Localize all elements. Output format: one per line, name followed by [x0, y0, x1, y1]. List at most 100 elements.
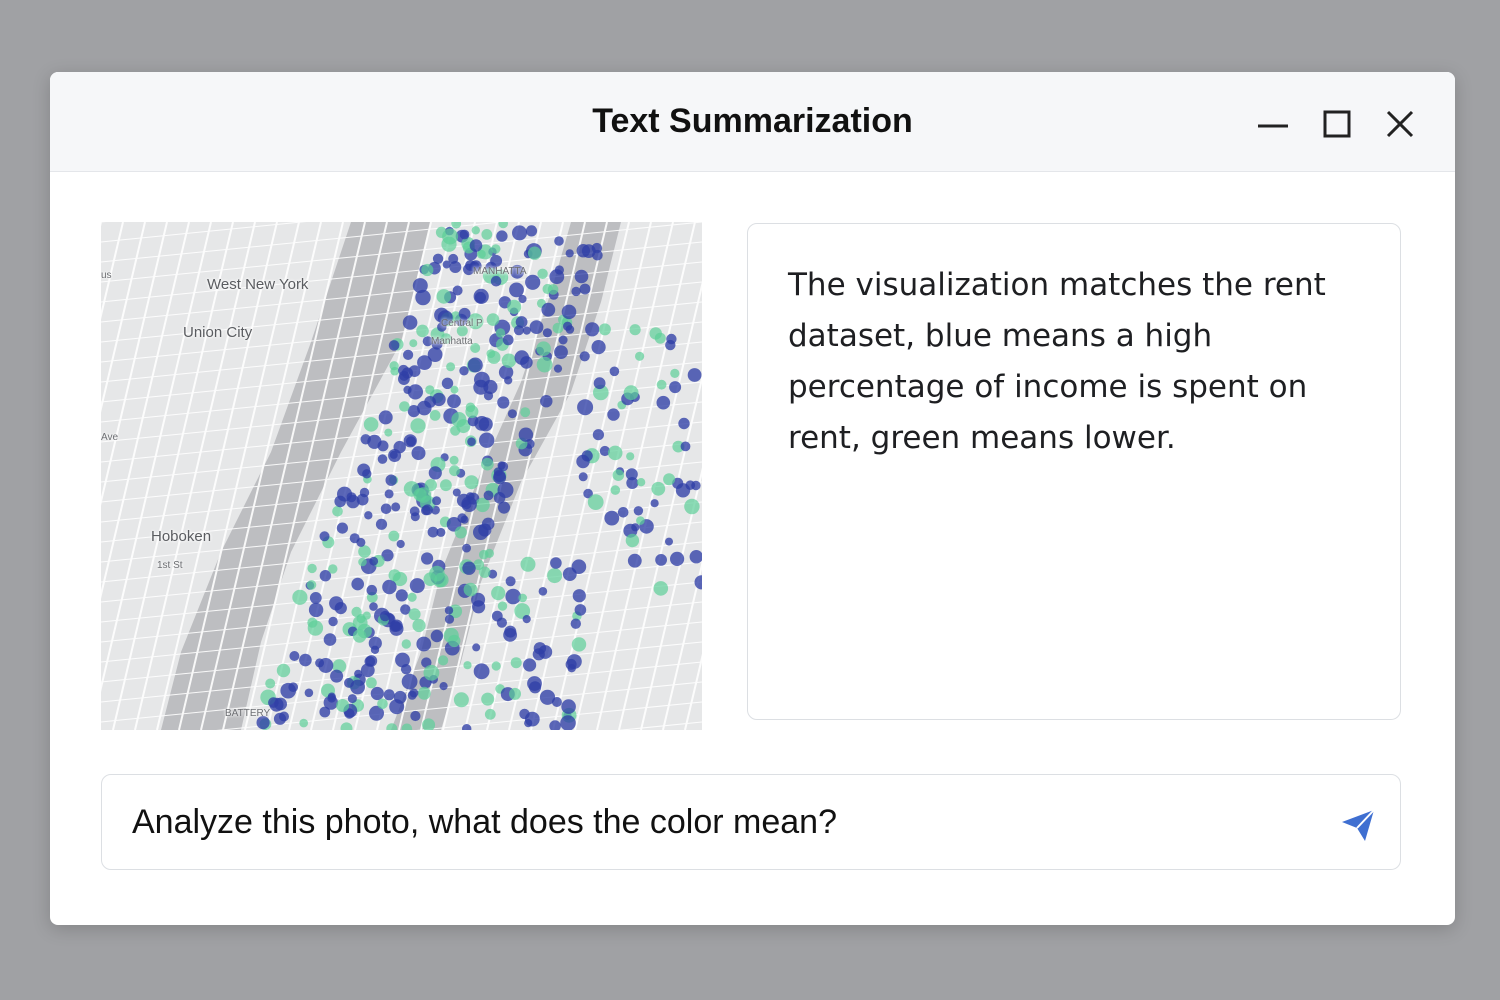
rent-dot: [450, 385, 459, 394]
rent-dot: [399, 401, 410, 412]
rent-dot: [390, 619, 403, 632]
rent-dot: [472, 643, 481, 652]
rent-dot: [389, 361, 399, 371]
rent-dot: [518, 427, 534, 442]
rent-dot: [410, 418, 426, 434]
rent-dot: [446, 362, 456, 372]
rent-dot: [409, 339, 418, 348]
rent-dot: [481, 457, 494, 471]
rent-dot: [525, 225, 538, 237]
rent-dot: [491, 661, 501, 671]
rent-map: [101, 222, 702, 730]
rent-dot: [518, 593, 527, 603]
rent-dot: [656, 379, 667, 390]
rent-dot: [413, 488, 427, 502]
rent-dot: [315, 658, 325, 668]
rent-dot: [538, 587, 548, 596]
rent-dot: [554, 345, 568, 359]
rent-dot: [417, 355, 432, 370]
rent-dot: [631, 523, 640, 532]
rent-dot: [561, 699, 576, 714]
response-panel: The visualization matches the rent datas…: [747, 223, 1401, 720]
window-title: Text Summarization: [592, 102, 913, 140]
rent-dot: [486, 313, 500, 326]
rent-dot: [462, 543, 471, 553]
rent-dot: [497, 601, 508, 611]
rent-dot: [417, 686, 431, 700]
rent-dot: [687, 368, 702, 382]
rent-dot: [539, 689, 556, 705]
rent-dot: [490, 275, 502, 287]
rent-dot: [507, 409, 517, 419]
rent-dot: [351, 577, 364, 591]
rent-dot: [364, 511, 373, 520]
rent-dot: [609, 366, 620, 377]
map-label-central-park: Central P: [441, 318, 483, 329]
rent-dot: [520, 407, 531, 418]
rent-dot: [510, 657, 522, 669]
rent-dot: [422, 504, 433, 516]
rent-dot: [432, 392, 446, 407]
rent-dot: [623, 385, 639, 401]
rent-dot: [444, 614, 455, 624]
rent-dot: [401, 639, 411, 649]
rent-dot: [328, 564, 338, 574]
rent-dot: [444, 606, 454, 615]
map-label-first-st: 1st St: [157, 560, 183, 571]
rent-dot: [427, 526, 439, 538]
rent-dot: [585, 322, 600, 337]
rent-dot: [467, 437, 476, 446]
rent-dot: [675, 483, 691, 498]
rent-dot: [434, 572, 449, 588]
rent-dot: [591, 340, 606, 355]
rent-dot: [412, 618, 426, 633]
rent-dot: [429, 410, 441, 421]
rent-dot: [442, 260, 451, 269]
rent-dot: [507, 299, 522, 314]
rent-dot: [369, 556, 379, 566]
rent-dot: [574, 269, 589, 284]
rent-dot: [478, 417, 493, 432]
rent-dot: [391, 502, 401, 512]
rent-dot: [366, 584, 378, 596]
rent-dot: [388, 340, 400, 351]
rent-dot: [362, 611, 371, 620]
rent-dot: [481, 692, 495, 706]
rent-dot: [401, 673, 418, 690]
rent-dot: [523, 658, 537, 672]
rent-dot: [527, 246, 542, 260]
rent-dot: [440, 479, 452, 492]
minimize-button[interactable]: [1252, 105, 1292, 145]
maximize-button[interactable]: [1317, 105, 1357, 145]
rent-dot: [501, 353, 517, 368]
rent-dot: [334, 495, 346, 508]
close-icon: [1386, 110, 1414, 138]
rent-dot: [449, 455, 459, 465]
prompt-input[interactable]: Analyze this photo, what does the color …: [101, 774, 1401, 870]
rent-dot: [421, 552, 434, 565]
rent-dot: [388, 530, 400, 542]
prompt-text[interactable]: Analyze this photo, what does the color …: [132, 803, 837, 842]
rent-dot: [454, 526, 467, 539]
rent-dot: [587, 494, 604, 510]
rent-dot: [384, 489, 394, 499]
rent-dot: [633, 506, 644, 516]
rent-dot: [505, 576, 516, 587]
rent-dot: [617, 507, 629, 518]
rent-dot: [479, 566, 491, 578]
rent-dot: [558, 335, 568, 345]
rent-dot: [365, 677, 377, 689]
rent-dot: [463, 582, 478, 597]
rent-dot: [416, 636, 432, 652]
rent-dot: [396, 539, 405, 549]
summarization-window: Text Summarization West New York Union C…: [50, 72, 1455, 925]
rent-dot: [684, 498, 700, 515]
rent-dot: [625, 533, 640, 548]
rent-dot: [592, 249, 603, 261]
map-label-manhattan: Manhatta: [431, 336, 473, 347]
rent-dot: [409, 578, 425, 594]
close-button[interactable]: [1380, 105, 1420, 145]
send-button[interactable]: [1338, 805, 1378, 845]
response-text: The visualization matches the rent datas…: [788, 267, 1326, 456]
rent-dot: [299, 653, 312, 667]
